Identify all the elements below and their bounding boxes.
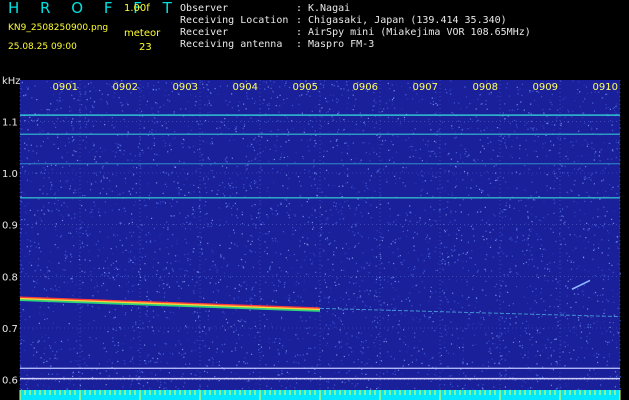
x-tick-label: 0907: [413, 82, 438, 93]
x-tick-label: 0903: [173, 82, 198, 93]
y-tick-label: 1.0: [2, 169, 18, 180]
x-tick-label: 0910: [593, 82, 618, 93]
x-tick-label: 0902: [113, 82, 138, 93]
y-axis-label: kHz: [2, 76, 21, 87]
hrofft-window: H R O F F T 1.00f KN9_2508250900.png 25.…: [0, 0, 629, 400]
x-tick-label: 0901: [53, 82, 78, 93]
spectrogram-chart: kHz 1.1 1.0 0.9 0.8 0.7 0.6 0901 0902 0903 0904 09…: [2, 76, 622, 400]
y-tick-label: 0.6: [2, 376, 18, 387]
x-tick-label: 0908: [473, 82, 498, 93]
y-tick-label: 0.9: [2, 221, 18, 232]
x-tick-label: 0905: [293, 82, 318, 93]
plot-background: [20, 80, 620, 390]
y-tick-label: 0.8: [2, 272, 18, 283]
x-tick-label: 0909: [533, 82, 558, 93]
y-tick-label: 0.7: [2, 324, 18, 335]
y-tick-label: 1.1: [2, 117, 18, 128]
x-tick-label: 0904: [233, 82, 258, 93]
x-tick-label: 0906: [353, 82, 378, 93]
